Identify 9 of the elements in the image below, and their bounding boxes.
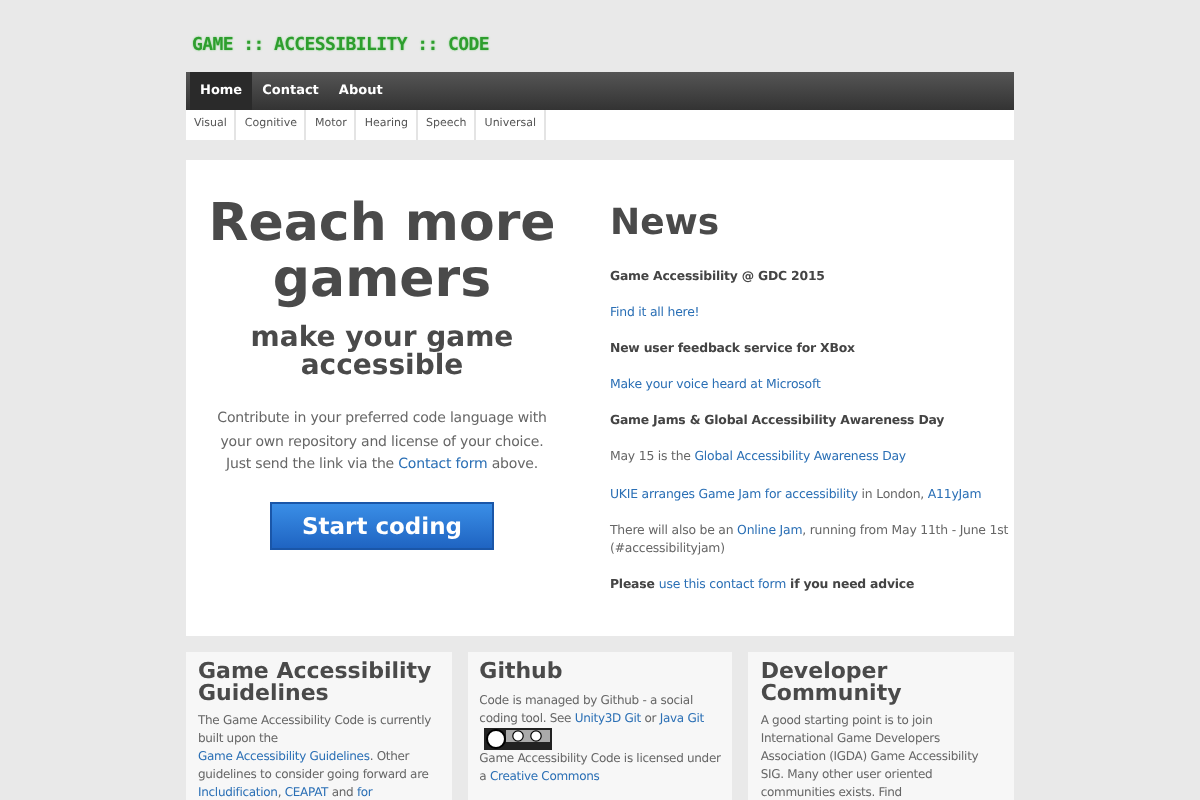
card-title: Github xyxy=(479,662,565,683)
hero-title: Reach more gamers xyxy=(206,196,558,308)
news-heading: News xyxy=(610,202,722,244)
site-logo[interactable]: GAME :: ACCESSIBILITY :: CODE xyxy=(192,36,489,56)
card-title: Developer Community xyxy=(760,662,904,704)
license-badge-icon[interactable] xyxy=(483,727,552,750)
card-title: Game Accessibility Guidelines xyxy=(198,662,434,704)
start-coding-button[interactable]: Start coding xyxy=(269,501,495,549)
hero-subtitle: make your game accessible xyxy=(248,324,516,380)
